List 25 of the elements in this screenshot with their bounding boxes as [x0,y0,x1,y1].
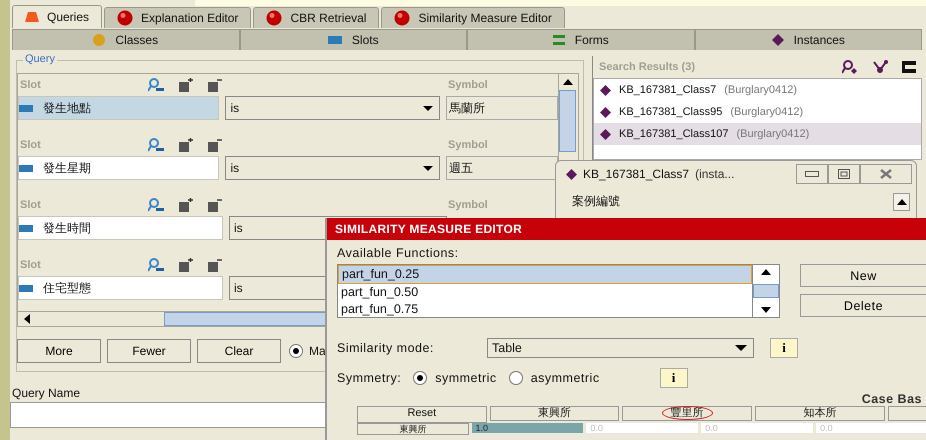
column-label: Slot [19,79,42,91]
table-header: 東興所 [490,406,620,421]
window-subtitle: (insta... [695,167,734,181]
field-label: Similarity mode: [337,341,435,355]
group-title: Query [23,53,57,65]
field-label: Query Name [12,386,80,400]
panel-title: Search Results (3) [599,61,695,73]
section-label: Case Bas [862,392,922,406]
radio-label: asymmetric [530,371,600,385]
column-label: Symbol [448,199,488,211]
field-label: Available Functions: [337,246,460,260]
dialog-title: SIMILARITY MEASURE EDITOR [327,218,926,240]
column-label: Slot [19,139,42,151]
column-label: Symbol [448,79,488,91]
column-label: Slot [19,199,42,211]
radio-label: Ma [309,344,326,358]
radio-label: symmetric [435,371,497,385]
column-label: Slot [19,259,42,271]
window-title: KB_167381_Class7 [583,167,690,181]
circled-header-text: 豐里所 [662,406,713,420]
row-header: 東興所 [357,423,469,435]
column-label: Symbol [448,139,488,151]
field-label: 案例編號 [572,193,620,210]
table-header: 知本所 [755,406,885,421]
field-label: Symmetry: [337,371,402,385]
